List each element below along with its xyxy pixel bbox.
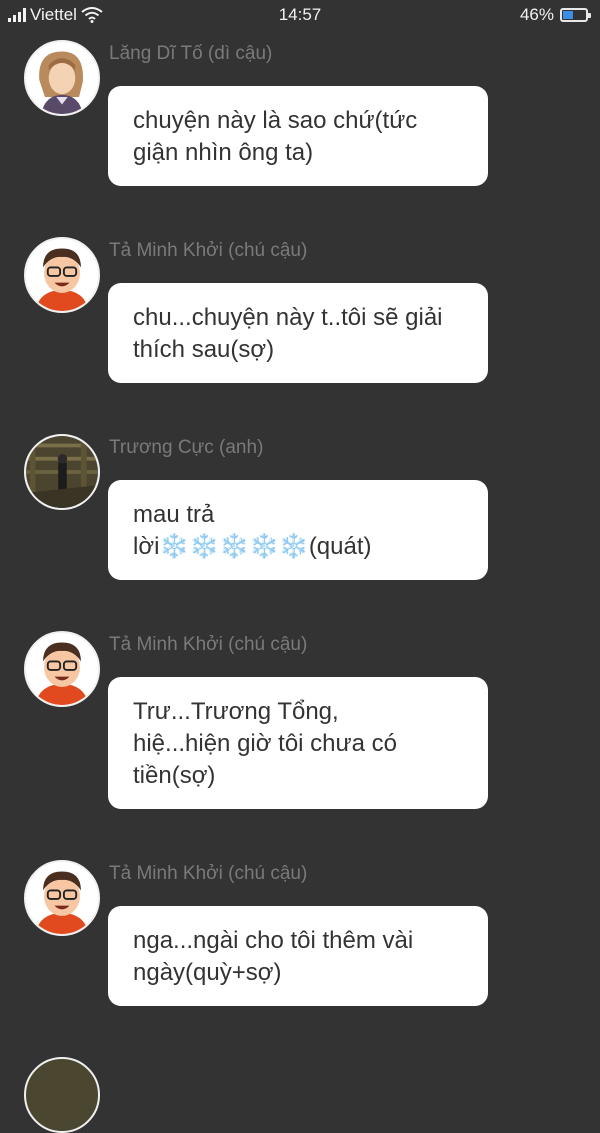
clock: 14:57: [278, 5, 322, 24]
message-bubble[interactable]: nga...ngài cho tôi thêm vài ngày(quỳ+sợ): [108, 906, 488, 1006]
man-glasses-avatar: [26, 633, 98, 705]
message-bubble[interactable]: mau trả lời❄️❄️❄️❄️❄️(quát): [108, 480, 488, 580]
avatar-partial[interactable]: [24, 1057, 100, 1133]
avatar[interactable]: [24, 860, 100, 936]
sender-name: Trương Cực (anh): [109, 437, 264, 458]
avatar[interactable]: [24, 40, 100, 116]
man-glasses-avatar: [26, 862, 98, 934]
status-right: 46%: [519, 5, 591, 25]
sender-name: Lăng Dĩ Tố (dì cậu): [109, 43, 273, 64]
avatar[interactable]: [24, 434, 100, 510]
man-glasses-avatar: [26, 239, 98, 311]
sender-name: Tả Minh Khởi (chú cậu): [109, 240, 308, 261]
sender-name: Tả Minh Khởi (chú cậu): [109, 863, 308, 884]
woman-portrait-avatar: [26, 42, 98, 114]
sender-name: Tả Minh Khởi (chú cậu): [109, 634, 308, 655]
avatar[interactable]: [24, 237, 100, 313]
message-bubble[interactable]: chuyện này là sao chứ(tức giận nhìn ông …: [108, 86, 488, 186]
status-bar: Viettel 14:57 46%: [0, 0, 600, 32]
message-bubble[interactable]: chu...chuyện này t..tôi sẽ giải thích sa…: [108, 283, 488, 383]
avatar[interactable]: [24, 631, 100, 707]
message-bubble[interactable]: Trư...Trương Tổng, hiệ...hiện giờ tôi ch…: [108, 677, 488, 809]
battery-percent: 46%: [519, 5, 554, 24]
battery-icon: [560, 8, 591, 22]
warehouse-photo-avatar: [26, 436, 98, 508]
